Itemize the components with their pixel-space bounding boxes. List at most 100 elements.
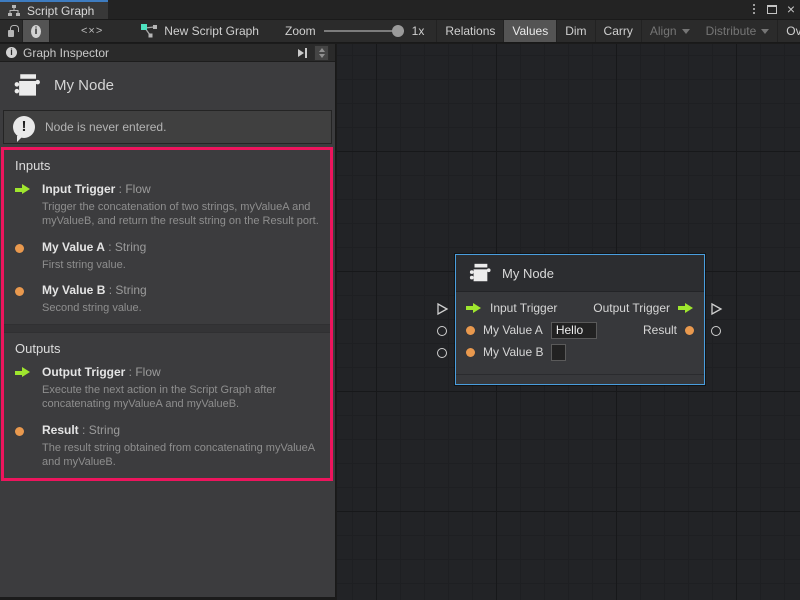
values-button[interactable]: Values	[504, 20, 556, 42]
port-name: My Value A	[42, 240, 105, 254]
flow-output-label: Output Trigger	[593, 301, 670, 315]
tab-script-graph[interactable]: Script Graph	[0, 0, 108, 19]
inputs-section: Inputs Input Trigger : Flow Trigger the …	[4, 150, 330, 315]
zoom-slider[interactable]	[324, 24, 404, 38]
graph-toolbar: i <×> New Script Graph Zoom 1x Relat	[0, 19, 800, 43]
window-menu-icon[interactable]	[751, 3, 757, 15]
flow-output-port-icon[interactable]	[678, 303, 694, 314]
dock-panel-icon[interactable]	[295, 47, 310, 59]
node-header[interactable]: My Node	[456, 255, 704, 292]
outputs-section: Outputs Output Trigger : Flow Execute th…	[4, 333, 330, 469]
port-description: First string value.	[42, 258, 320, 272]
port-description: The result string obtained from concaten…	[42, 441, 320, 470]
value-a-input[interactable]	[551, 322, 597, 339]
result-label: Result	[643, 323, 677, 337]
value-a-port-icon[interactable]	[466, 326, 475, 335]
graph-hierarchy-icon	[7, 5, 21, 17]
flow-output-outer-port[interactable]	[710, 302, 723, 316]
align-dropdown[interactable]: Align	[642, 20, 698, 42]
port-description: Second string value.	[42, 301, 320, 315]
inspector-toggle-button[interactable]: i	[23, 20, 50, 42]
port-name: Output Trigger	[42, 365, 125, 379]
port-doc-entry: Input Trigger : Flow Trigger the concate…	[4, 180, 330, 229]
info-icon: i	[6, 47, 17, 58]
info-icon: i	[31, 25, 41, 38]
port-doc-entry: Result : String The result string obtain…	[4, 421, 330, 470]
value-a-label: My Value A	[483, 323, 543, 337]
node-body: Input Trigger Output Trigger My Value A …	[456, 292, 704, 363]
value-port-icon	[15, 244, 24, 253]
port-doc-entry: Output Trigger : Flow Execute the next a…	[4, 363, 330, 412]
my-node[interactable]: My Node Input Trigger Output Trigger My …	[455, 254, 705, 385]
close-icon[interactable]: ×	[787, 3, 795, 15]
unit-icon	[12, 72, 42, 99]
value-b-input[interactable]	[551, 344, 566, 361]
new-script-graph-button[interactable]: New Script Graph	[133, 20, 267, 42]
ports-documentation: Inputs Input Trigger : Flow Trigger the …	[1, 147, 333, 481]
port-description: Execute the next action in the Script Gr…	[42, 383, 320, 412]
lock-icon	[8, 30, 14, 37]
port-doc-entry: My Value A : String First string value.	[4, 238, 330, 272]
unit-icon	[468, 262, 492, 284]
distribute-dropdown[interactable]: Distribute	[698, 20, 778, 42]
chevron-down-icon	[761, 29, 769, 34]
node-row: My Value B	[456, 341, 704, 363]
zoom-value: 1x	[412, 24, 425, 38]
zoom-label: Zoom	[285, 24, 316, 38]
port-name: Input Trigger	[42, 182, 115, 196]
inspected-node-title: My Node	[54, 77, 114, 94]
warning-icon: !	[13, 116, 35, 138]
graph-inspector-panel: i Graph Inspector My Node ! Node is neve…	[0, 44, 336, 597]
value-a-outer-port[interactable]	[437, 326, 447, 336]
result-port-icon[interactable]	[685, 326, 694, 335]
lock-button[interactable]	[0, 20, 23, 42]
section-divider	[4, 324, 330, 333]
value-b-label: My Value B	[483, 345, 543, 359]
port-name: Result	[42, 423, 79, 437]
script-graph-icon	[141, 24, 158, 38]
maximize-icon[interactable]	[767, 5, 777, 14]
node-row: My Value A Result	[456, 319, 704, 341]
node-footer	[456, 374, 704, 384]
flow-input-port-icon[interactable]	[466, 303, 482, 314]
inputs-heading: Inputs	[4, 150, 330, 180]
value-port-icon	[15, 287, 24, 296]
value-port-icon	[15, 427, 24, 436]
flow-input-outer-port[interactable]	[436, 302, 449, 316]
value-b-port-icon[interactable]	[466, 348, 475, 357]
outputs-heading: Outputs	[4, 333, 330, 363]
inspected-node-header: My Node	[0, 62, 335, 108]
overview-button[interactable]: Overview	[778, 20, 800, 42]
port-type: : Flow	[125, 365, 160, 379]
port-type: : String	[79, 423, 120, 437]
node-title: My Node	[502, 266, 554, 281]
graph-inspector-title: Graph Inspector	[23, 46, 109, 60]
node-row: Input Trigger Output Trigger	[456, 297, 704, 319]
flow-input-label: Input Trigger	[490, 301, 557, 315]
port-name: My Value B	[42, 283, 105, 297]
port-description: Trigger the concatenation of two strings…	[42, 200, 320, 229]
flow-port-icon	[15, 184, 31, 195]
spinner-arrows[interactable]	[314, 45, 329, 61]
unity-visual-scripting-window: Script Graph × i <×> New Script Graph	[0, 0, 800, 600]
window-controls: ×	[751, 2, 795, 16]
relations-button[interactable]: Relations	[437, 20, 503, 42]
tab-label: Script Graph	[27, 4, 94, 18]
zoom-slider-handle[interactable]	[392, 25, 404, 37]
carry-button[interactable]: Carry	[596, 20, 641, 42]
graph-canvas[interactable]: My Node Input Trigger Output Trigger My …	[337, 44, 800, 600]
port-doc-entry: My Value B : String Second string value.	[4, 281, 330, 315]
graph-inspector-header: i Graph Inspector	[0, 44, 335, 62]
warning-box: ! Node is never entered.	[3, 110, 332, 144]
result-outer-port[interactable]	[711, 326, 721, 336]
new-script-graph-label: New Script Graph	[164, 24, 259, 38]
tab-strip: Script Graph ×	[0, 0, 800, 19]
dim-button[interactable]: Dim	[557, 20, 594, 42]
variables-toggle-button[interactable]: <×>	[73, 20, 111, 42]
value-b-outer-port[interactable]	[437, 348, 447, 358]
zoom-control: Zoom 1x	[267, 20, 434, 42]
chevron-down-icon	[682, 29, 690, 34]
code-icon: <×>	[81, 25, 103, 37]
port-type: : String	[105, 283, 146, 297]
port-type: : Flow	[115, 182, 150, 196]
